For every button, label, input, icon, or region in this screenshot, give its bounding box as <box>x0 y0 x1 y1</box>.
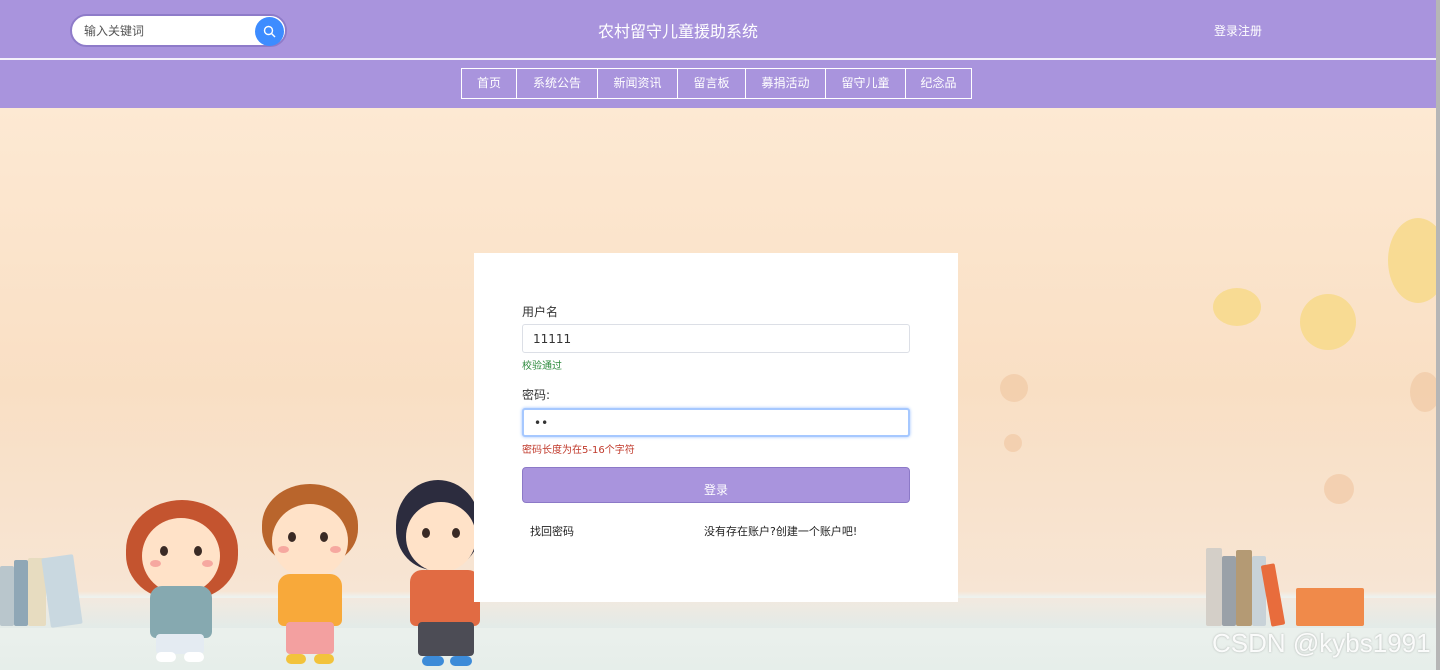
username-field[interactable] <box>522 324 910 353</box>
nav-item-announcements[interactable]: 系统公告 <box>517 68 598 99</box>
nav-item-left-behind-children[interactable]: 留守儿童 <box>826 68 906 99</box>
decor-dot <box>1324 474 1354 504</box>
decor-dot <box>1004 434 1022 452</box>
password-field[interactable] <box>522 408 910 437</box>
forgot-password-link[interactable]: 找回密码 <box>530 523 574 539</box>
nav-item-souvenirs[interactable]: 纪念品 <box>906 68 972 99</box>
book-illustration <box>1206 548 1222 626</box>
page-scrollbar[interactable] <box>1436 0 1440 670</box>
top-header: 农村留守儿童援助系统 登录注册 <box>0 0 1440 59</box>
nav-item-news[interactable]: 新闻资讯 <box>598 68 678 99</box>
decor-dot <box>1000 374 1028 402</box>
nav-bar: 首页 系统公告 新闻资讯 留言板 募捐活动 留守儿童 纪念品 <box>0 60 1440 108</box>
child-illustration <box>396 480 480 670</box>
main-nav: 首页 系统公告 新闻资讯 留言板 募捐活动 留守儿童 纪念品 <box>461 68 972 99</box>
login-register-link[interactable]: 登录注册 <box>1214 22 1262 39</box>
book-illustration <box>1296 588 1364 626</box>
username-validation-hint: 校验通过 <box>522 361 562 372</box>
register-link[interactable]: 没有存在账户?创建一个账户吧! <box>704 523 857 539</box>
book-illustration <box>1222 556 1236 626</box>
nav-item-fundraising[interactable]: 募捐活动 <box>746 68 826 99</box>
watermark: CSDN @kybs1991 <box>1212 628 1431 658</box>
password-label: 密码: <box>522 388 551 402</box>
decor-blob <box>1213 288 1261 326</box>
book-illustration <box>14 560 28 626</box>
child-illustration <box>126 500 238 670</box>
decor-blob <box>1300 294 1356 350</box>
book-illustration <box>0 566 14 626</box>
login-card: 用户名 校验通过 密码: 密码长度为在5-16个字符 登录 找回密码 没有存在账… <box>474 253 958 602</box>
nav-item-message-board[interactable]: 留言板 <box>678 68 746 99</box>
password-validation-hint: 密码长度为在5-16个字符 <box>522 445 635 456</box>
nav-item-home[interactable]: 首页 <box>462 68 517 99</box>
site-title: 农村留守儿童援助系统 <box>597 22 758 41</box>
login-button[interactable]: 登录 <box>522 467 910 503</box>
child-illustration <box>258 484 362 670</box>
decor-blob <box>1388 218 1440 303</box>
book-illustration <box>1236 550 1252 626</box>
username-label: 用户名 <box>522 305 559 319</box>
